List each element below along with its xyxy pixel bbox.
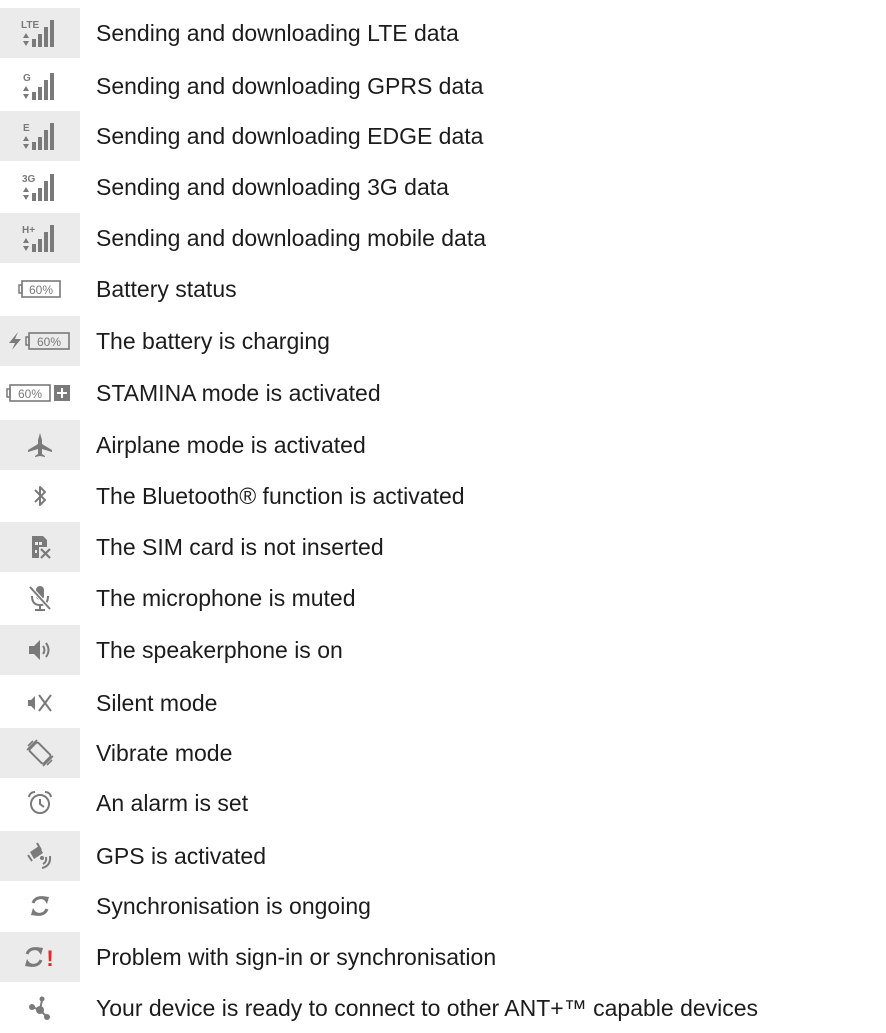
icon-cell [0,881,80,931]
item-label: The SIM card is not inserted [96,534,384,560]
svg-text:LTE: LTE [21,20,39,31]
list-item: The SIM card is not inserted [0,522,886,572]
list-item: G Sending and downloading GPRS data [0,61,886,111]
edge-signal-icon: E [23,123,54,150]
ant-plus-icon [29,996,50,1020]
icon-cell: E [0,111,80,161]
list-item: 60% Battery status [0,264,886,314]
item-label: The speakerphone is on [96,637,343,663]
item-label: The Bluetooth® function is activated [96,483,465,509]
icon-cell: 60% [0,264,80,314]
item-label: Your device is ready to connect to other… [96,995,759,1021]
gps-icon [27,842,52,869]
item-label: The microphone is muted [96,585,356,611]
icon-cell: 60% [0,316,80,366]
list-item: GPS is activated [0,831,886,881]
svg-text:60%: 60% [37,335,61,349]
list-item: The Bluetooth® function is activated [0,471,886,521]
list-item: An alarm is set [0,778,886,828]
icon-cell [0,625,80,675]
list-item: LTE Sending and downloading LTE data [0,8,886,58]
svg-text:60%: 60% [29,283,53,297]
item-label: Sending and downloading EDGE data [96,123,484,149]
icon-cell [0,728,80,778]
battery-charging-icon: 60% [9,332,70,350]
vibrate-mode-icon [26,739,54,767]
item-label: Sending and downloading 3G data [96,174,449,200]
item-label: Sending and downloading LTE data [96,20,459,46]
sync-problem-icon: ! [25,946,54,971]
icon-cell: G [0,61,80,111]
list-item: Synchronisation is ongoing [0,881,886,931]
icon-cell [0,471,80,521]
svg-text:E: E [23,123,30,134]
list-item: 60% The battery is charging [0,316,886,366]
item-label: Battery status [96,276,237,302]
hplus-signal-icon: H+ [22,225,54,252]
list-item: Silent mode [0,678,886,728]
item-label: An alarm is set [96,790,249,816]
list-item: 3G Sending and downloading 3G data [0,162,886,212]
item-label: Sending and downloading mobile data [96,225,487,251]
list-item: ! Problem with sign-in or synchronisatio… [0,932,886,982]
icon-cell: LTE [0,8,80,58]
svg-text:!: ! [46,946,53,971]
svg-text:G: G [23,73,31,84]
item-label: Vibrate mode [96,740,233,766]
3g-signal-icon: 3G [22,174,54,201]
lte-signal-icon: LTE [21,20,54,47]
icon-cell: 3G [0,162,80,212]
icon-cell [0,778,80,828]
svg-text:60%: 60% [18,387,42,401]
icon-cell [0,420,80,470]
battery-stamina-icon: 60% [6,384,70,402]
icon-cell: 60% [0,368,80,418]
list-item: 60% STAMINA mode is activated [0,368,886,418]
item-label: The battery is charging [96,328,330,354]
list-item: E Sending and downloading EDGE data [0,111,886,161]
icon-cell [0,983,80,1033]
sync-icon [31,896,49,916]
item-label: Problem with sign-in or synchronisation [96,944,497,970]
list-item: Your device is ready to connect to other… [0,983,886,1033]
item-label: Sending and downloading GPRS data [96,73,484,99]
sim-missing-icon [32,536,51,559]
list-item: Vibrate mode [0,728,886,778]
item-label: STAMINA mode is activated [96,380,381,406]
airplane-icon [28,433,52,457]
icon-cell [0,678,80,728]
alarm-icon [28,791,52,814]
list-item: H+ Sending and downloading mobile data [0,213,886,263]
icon-cell: ! [0,932,80,982]
gprs-signal-icon: G [23,73,54,100]
speakerphone-icon [29,640,50,660]
battery-icon: 60% [18,280,61,298]
item-label: GPS is activated [96,843,267,869]
svg-text:3G: 3G [22,174,36,185]
status-icon-list: LTE Sending and downloading LTE data G S… [0,0,886,1033]
list-item: Airplane mode is activated [0,420,886,470]
list-item: The speakerphone is on [0,625,886,675]
item-label: Synchronisation is ongoing [96,893,371,919]
svg-text:H+: H+ [22,225,35,236]
item-label: Silent mode [96,690,218,716]
item-label: Airplane mode is activated [96,432,366,458]
silent-mode-icon [28,694,52,712]
icon-cell [0,522,80,572]
icon-cell: H+ [0,213,80,263]
bluetooth-icon [34,486,46,506]
mic-muted-icon [28,585,52,611]
icon-cell [0,573,80,623]
list-item: The microphone is muted [0,573,886,623]
icon-cell [0,831,80,881]
